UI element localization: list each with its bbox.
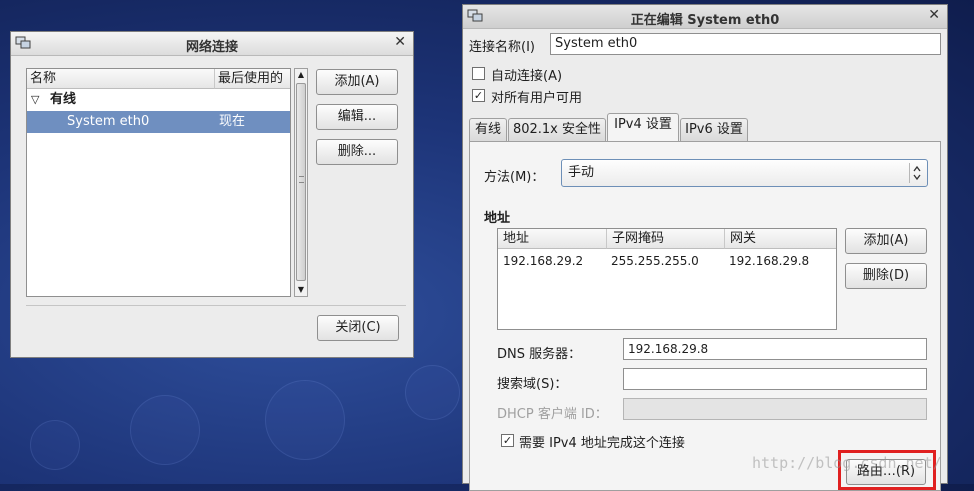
add-connection-button[interactable]: 添加(A) xyxy=(316,69,398,95)
column-header-name[interactable]: 名称 xyxy=(27,69,214,89)
connection-name-label: 连接名称(I) xyxy=(469,40,535,55)
window-title: 正在编辑 System eth0 xyxy=(630,13,780,28)
edit-connection-window: 正在编辑 System eth0 ✕ 连接名称(I) System eth0 自… xyxy=(462,4,948,491)
all-users-label[interactable]: 对所有用户可用 xyxy=(491,87,582,106)
dns-label: DNS 服务器： xyxy=(497,347,582,362)
grip-icon xyxy=(299,176,304,183)
connection-name: System eth0 xyxy=(67,114,150,129)
require-ipv4-label[interactable]: 需要 IPv4 地址完成这个连接 xyxy=(519,432,685,451)
list-item[interactable]: System eth0 现在 xyxy=(27,111,290,133)
table-row[interactable]: 192.168.29.2 255.255.255.0 192.168.29.8 xyxy=(498,251,836,271)
close-icon[interactable]: ✕ xyxy=(928,7,940,23)
background-bubble xyxy=(405,365,460,420)
tab-8021x-security[interactable]: 802.1x 安全性 xyxy=(508,118,606,142)
separator xyxy=(26,305,406,306)
window-title: 网络连接 xyxy=(185,40,238,55)
all-users-checkbox[interactable]: ✓ xyxy=(472,89,485,102)
address-table[interactable]: 地址 子网掩码 网关 192.168.29.2 255.255.255.0 19… xyxy=(497,228,837,330)
method-label: 方法(M)： xyxy=(484,170,545,185)
watermark: http://blog.csdn.net/ xyxy=(752,454,942,472)
edit-connection-button[interactable]: 编辑... xyxy=(316,104,398,130)
connection-name-field[interactable]: System eth0 xyxy=(550,33,941,55)
search-domain-label: 搜索域(S)： xyxy=(497,377,568,392)
tab-ipv6-settings[interactable]: IPv6 设置 xyxy=(680,118,748,142)
connections-list[interactable]: 名称 最后使用的 ▽ 有线 System eth0 现在 xyxy=(26,68,291,297)
auto-connect-checkbox[interactable] xyxy=(472,67,485,80)
address-section-label: 地址 xyxy=(484,211,511,226)
address-add-button[interactable]: 添加(A) xyxy=(845,228,927,254)
expander-down-icon[interactable]: ▽ xyxy=(31,93,39,106)
column-header-gateway[interactable]: 网关 xyxy=(724,229,836,249)
ipv4-settings-panel: 方法(M)： 手动 地址 地址 子网掩码 网关 192.168.29.2 255… xyxy=(469,141,941,491)
connection-last-used: 现在 xyxy=(219,114,246,129)
column-header-address[interactable]: 地址 xyxy=(498,229,606,249)
background-bubble xyxy=(30,420,80,470)
window-titlebar[interactable]: 网络连接 ✕ xyxy=(11,32,413,56)
network-connections-window: 网络连接 ✕ 名称 最后使用的 ▽ 有线 System eth0 现在 ▲ ▼ … xyxy=(10,31,414,358)
netmask-cell: 255.255.255.0 xyxy=(611,254,699,268)
tab-ipv4-settings[interactable]: IPv4 设置 xyxy=(607,113,679,141)
scroll-down-icon[interactable]: ▼ xyxy=(295,284,307,296)
column-header-netmask[interactable]: 子网掩码 xyxy=(606,229,724,249)
auto-connect-label[interactable]: 自动连接(A) xyxy=(491,65,562,84)
gateway-cell: 192.168.29.8 xyxy=(729,254,810,268)
background-bubble xyxy=(130,395,200,465)
chevron-up-down-icon xyxy=(909,163,923,183)
require-ipv4-checkbox[interactable]: ✓ xyxy=(501,434,514,447)
dhcp-client-id-label: DHCP 客户端 ID： xyxy=(497,407,608,422)
search-domain-field[interactable] xyxy=(623,368,927,390)
method-dropdown[interactable]: 手动 xyxy=(561,159,928,187)
scroll-up-icon[interactable]: ▲ xyxy=(295,69,307,81)
dns-server-field[interactable]: 192.168.29.8 xyxy=(623,338,927,360)
tab-wired[interactable]: 有线 xyxy=(469,118,507,142)
dhcp-client-id-field xyxy=(623,398,927,420)
scroll-thumb[interactable] xyxy=(296,83,306,281)
group-row-wired[interactable]: ▽ 有线 xyxy=(27,90,290,110)
list-scrollbar[interactable]: ▲ ▼ xyxy=(294,68,308,297)
close-button[interactable]: 关闭(C) xyxy=(317,315,399,341)
column-header-last-used[interactable]: 最后使用的 xyxy=(214,69,290,89)
background-bubble xyxy=(265,380,345,460)
address-cell: 192.168.29.2 xyxy=(503,254,584,268)
method-value: 手动 xyxy=(568,165,595,180)
address-delete-button[interactable]: 删除(D) xyxy=(845,263,927,289)
close-icon[interactable]: ✕ xyxy=(394,34,406,50)
group-label: 有线 xyxy=(50,92,77,107)
delete-connection-button[interactable]: 删除... xyxy=(316,139,398,165)
window-titlebar[interactable]: 正在编辑 System eth0 ✕ xyxy=(463,5,947,29)
